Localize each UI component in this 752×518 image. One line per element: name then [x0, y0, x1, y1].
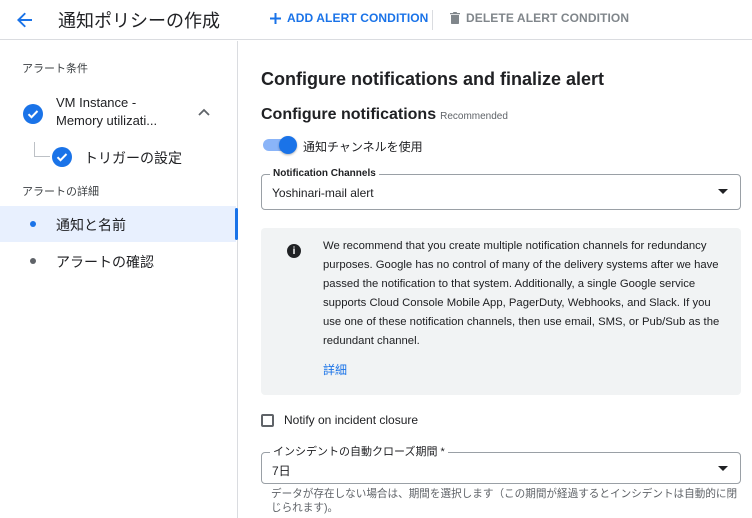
condition-name-line1: VM Instance - [56, 95, 137, 110]
notification-channels-value: Yoshinari-mail alert [272, 186, 374, 200]
incident-closure-label: Notify on incident closure [284, 413, 419, 427]
notification-channels-select[interactable]: Notification Channels Yoshinari-mail ale… [261, 168, 741, 210]
trigger-label: トリガーの設定 [84, 150, 182, 166]
condition-name: VM Instance - Memory utilizati... [56, 94, 157, 130]
active-indicator [235, 208, 238, 240]
main-content: Configure notifications and finalize ale… [239, 41, 752, 518]
auto-close-value: 7日 [272, 464, 291, 478]
nav-dot [30, 258, 36, 264]
collapse-button[interactable] [194, 102, 214, 122]
condition-name-line2: Memory utilizati... [56, 113, 158, 128]
learn-more-link[interactable]: 詳細 [323, 361, 347, 378]
plus-icon [270, 12, 281, 24]
alert-conditions-label: アラート条件 [22, 63, 88, 75]
sidebar-item-trigger[interactable]: トリガーの設定 [0, 145, 236, 169]
page-heading: Configure notifications and finalize ale… [261, 69, 605, 89]
check-circle-icon [23, 104, 43, 124]
add-alert-condition-button[interactable]: ADD ALERT CONDITION [270, 11, 428, 25]
add-alert-condition-label: ADD ALERT CONDITION [287, 11, 429, 25]
auto-close-helper-text: データが存在しない場合は、期間を選択します（この期間が経過するとインシデントは自… [271, 488, 738, 514]
notification-channel-toggle[interactable] [261, 136, 297, 154]
section-heading: Configure notifications Recommended [261, 106, 508, 124]
arrow-back-icon [17, 12, 32, 28]
trash-icon [450, 12, 460, 24]
delete-alert-condition-button[interactable]: DELETE ALERT CONDITION [450, 11, 629, 25]
page-title: 通知ポリシーの作成 [58, 11, 220, 31]
check-circle-icon [52, 147, 72, 167]
info-icon: i [287, 244, 301, 258]
info-text: We recommend that you create multiple no… [323, 240, 720, 347]
sidebar-item-review[interactable]: アラートの確認 [0, 243, 236, 279]
nav-dot [30, 221, 36, 227]
incident-closure-checkbox[interactable] [261, 413, 274, 427]
header-divider [432, 10, 433, 30]
sidebar-item-notifications[interactable]: 通知と名前 [0, 206, 238, 242]
sidebar-item-condition[interactable]: VM Instance - Memory utilizati... [0, 93, 236, 139]
dropdown-arrow-icon [718, 466, 728, 471]
top-bar: 通知ポリシーの作成 ADD ALERT CONDITION DELETE ALE… [0, 0, 752, 40]
toggle-knob [279, 136, 297, 154]
incident-closure-checkbox-row[interactable]: Notify on incident closure [261, 413, 418, 427]
sidebar: アラート条件 VM Instance - Memory utilizati...… [0, 41, 238, 518]
info-callout: i We recommend that you create multiple … [261, 228, 741, 395]
recommended-tag: Recommended [440, 111, 508, 122]
notification-channels-label: Notification Channels [270, 168, 379, 180]
auto-close-label: インシデントの自動クローズ期間 * [270, 446, 448, 458]
nav-label: アラートの確認 [56, 254, 154, 270]
alert-details-label: アラートの詳細 [22, 186, 99, 198]
back-button[interactable] [14, 9, 36, 31]
toggle-label: 通知チャンネルを使用 [303, 140, 423, 154]
auto-close-duration-select[interactable]: インシデントの自動クローズ期間 * 7日 [261, 446, 741, 484]
nav-label: 通知と名前 [56, 217, 126, 233]
delete-alert-condition-label: DELETE ALERT CONDITION [466, 11, 630, 25]
section-heading-text: Configure notifications [261, 106, 437, 123]
chevron-up-icon [198, 108, 210, 116]
dropdown-arrow-icon [718, 189, 728, 194]
